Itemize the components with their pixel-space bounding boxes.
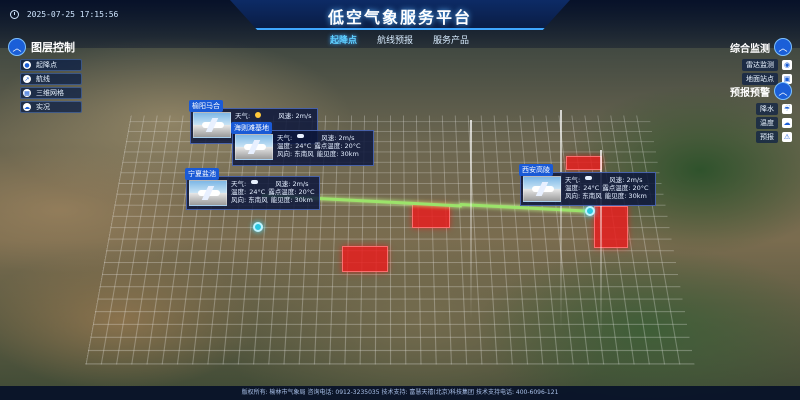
layer-item-live[interactable]: ☁ 实况 bbox=[20, 101, 82, 113]
main-tabs: 起降点 航线预报 服务产品 bbox=[330, 33, 469, 46]
station-card-gaoling[interactable]: 西安高陵 天气: 风速: 2m/s 温度: 24°C 露点温度: 20°C 风向: 东… bbox=[519, 164, 656, 206]
station-card-name: 榆阳马合 bbox=[189, 100, 223, 112]
weather-block[interactable] bbox=[566, 156, 602, 170]
wind-direction: 风向: 东南风 bbox=[277, 150, 314, 158]
layer-item-3d-grid[interactable]: ▦ 三维网格 bbox=[20, 87, 82, 99]
aircraft-thumbnail bbox=[189, 180, 227, 206]
wind-speed: 风速: 2m/s bbox=[321, 134, 355, 142]
dew-point: 露点温度: 20°C bbox=[268, 188, 315, 196]
monitor-item-label: 雷达监测 bbox=[742, 59, 778, 71]
footer-text: 版权所有: 榆林市气象局 咨询电话: 0912-3235035 技术支持: 富慧… bbox=[241, 389, 559, 396]
weather-label: 天气: bbox=[235, 112, 251, 120]
warning-item-rain[interactable]: 降水 ☔ bbox=[712, 103, 792, 115]
warning-item-temperature[interactable]: 温度 ☁ bbox=[712, 117, 792, 129]
landing-point-pin[interactable] bbox=[585, 206, 595, 216]
temperature-value: 24°C bbox=[295, 142, 312, 150]
cloud-icon: ☁ bbox=[23, 103, 31, 111]
station-card-name: 西安高陵 bbox=[519, 164, 553, 176]
page-title: 低空气象服务平台 bbox=[327, 8, 472, 27]
cloud-icon bbox=[585, 176, 593, 180]
temperature-value: 24°C bbox=[249, 188, 266, 196]
chevron-up-icon: ︿ bbox=[12, 43, 22, 54]
monitor-item-radar[interactable]: 雷达监测 ◉ bbox=[712, 59, 792, 71]
sun-icon bbox=[255, 112, 262, 118]
station-card-name: 海则滩基地 bbox=[231, 122, 272, 134]
aircraft-thumbnail bbox=[523, 176, 561, 202]
layer-item-label: 航线 bbox=[36, 75, 50, 83]
footer: 版权所有: 榆林市气象局 咨询电话: 0912-3235035 技术支持: 富慧… bbox=[0, 386, 800, 400]
rain-icon: ☔ bbox=[782, 104, 792, 114]
route-icon: ↗ bbox=[23, 75, 31, 83]
collapse-layer-panel-button[interactable]: ︿ bbox=[8, 38, 26, 56]
temperature-label: 温度: bbox=[231, 188, 247, 196]
weather-block[interactable] bbox=[412, 204, 450, 228]
visibility: 能见度: 30km bbox=[604, 192, 647, 200]
weather-label: 天气: bbox=[277, 134, 293, 142]
wind-speed: 风速: 2m/s bbox=[609, 176, 643, 184]
station-card-name: 宁夏盐池 bbox=[185, 168, 219, 180]
warning-item-label: 预报 bbox=[756, 131, 778, 143]
tab-route-forecast[interactable]: 航线预报 bbox=[377, 33, 413, 46]
aircraft-thumbnail bbox=[235, 134, 273, 160]
forecast-icon: ⚠ bbox=[782, 132, 792, 142]
wind-speed: 风速: 2m/s bbox=[275, 180, 309, 188]
dew-point: 露点温度: 20°C bbox=[314, 142, 361, 150]
station-card-haizetan[interactable]: 海则滩基地 天气: 风速: 2m/s 温度: 24°C 露点温度: 20°C 风向: … bbox=[231, 122, 374, 166]
visibility: 能见度: 30km bbox=[316, 150, 359, 158]
warning-panel: 预报预警 ︿ 降水 ☔ 温度 ☁ 预报 ⚠ bbox=[712, 82, 792, 145]
datetime-display: 2025-07-25 17:15:56 bbox=[10, 10, 118, 19]
tab-landing-points[interactable]: 起降点 bbox=[330, 33, 357, 46]
collapse-warning-panel-button[interactable]: ︿ bbox=[774, 82, 792, 100]
landing-point-pin[interactable] bbox=[253, 222, 263, 232]
clock-icon bbox=[10, 10, 19, 19]
map-view[interactable] bbox=[0, 0, 800, 400]
layer-item-landing-points[interactable]: ● 起降点 bbox=[20, 59, 82, 71]
monitor-panel-title: 综合监测 bbox=[730, 43, 770, 55]
wind-direction: 风向: 东南风 bbox=[565, 192, 602, 200]
header: 2025-07-25 17:15:56 低空气象服务平台 起降点 航线预报 服务… bbox=[0, 0, 800, 48]
datetime-text: 2025-07-25 17:15:56 bbox=[26, 10, 119, 19]
chevron-up-icon: ︿ bbox=[778, 87, 788, 98]
warning-item-forecast[interactable]: 预报 ⚠ bbox=[712, 131, 792, 143]
grid-icon: ▦ bbox=[23, 89, 31, 97]
tab-service-products[interactable]: 服务产品 bbox=[433, 33, 469, 46]
warning-item-label: 降水 bbox=[756, 103, 778, 115]
temperature-value: 24°C bbox=[583, 184, 600, 192]
wind-speed: 风速: 2m/s bbox=[278, 112, 312, 120]
cloud-icon bbox=[251, 180, 259, 184]
layer-item-label: 三维网格 bbox=[36, 89, 64, 97]
light-beam bbox=[560, 110, 562, 330]
temperature-icon: ☁ bbox=[782, 118, 792, 128]
plane-icon bbox=[202, 122, 224, 128]
chevron-up-icon: ︿ bbox=[778, 43, 788, 54]
dew-point: 露点温度: 20°C bbox=[602, 184, 649, 192]
plane-icon bbox=[198, 190, 220, 196]
plane-icon bbox=[532, 186, 554, 192]
light-beam bbox=[470, 120, 472, 320]
weather-label: 天气: bbox=[565, 176, 581, 184]
radar-icon: ◉ bbox=[782, 60, 792, 70]
weather-block[interactable] bbox=[342, 246, 388, 272]
pin-icon: ● bbox=[23, 61, 31, 69]
weather-label: 天气: bbox=[231, 180, 247, 188]
layer-control-panel: ︿ 图层控制 ● 起降点 ↗ 航线 ▦ 三维网格 ☁ 实况 bbox=[8, 38, 98, 115]
layer-item-label: 起降点 bbox=[36, 61, 57, 69]
plane-icon bbox=[244, 144, 266, 150]
warning-panel-title: 预报预警 bbox=[730, 87, 770, 99]
temperature-label: 温度: bbox=[565, 184, 581, 192]
layer-item-routes[interactable]: ↗ 航线 bbox=[20, 73, 82, 85]
visibility: 能见度: 30km bbox=[270, 196, 313, 204]
layer-panel-title: 图层控制 bbox=[31, 41, 75, 54]
collapse-monitor-panel-button[interactable]: ︿ bbox=[774, 38, 792, 56]
layer-item-label: 实况 bbox=[36, 103, 50, 111]
cloud-icon bbox=[297, 134, 305, 138]
station-card-yanchi[interactable]: 宁夏盐池 天气: 风速: 2m/s 温度: 24°C 露点温度: 20°C 风向: 东… bbox=[185, 168, 320, 210]
temperature-label: 温度: bbox=[277, 142, 293, 150]
monitor-panel: 综合监测 ︿ 雷达监测 ◉ 地面站点 ▣ bbox=[712, 38, 792, 87]
aircraft-thumbnail bbox=[193, 112, 231, 138]
wind-direction: 风向: 东南风 bbox=[231, 196, 268, 204]
warning-item-label: 温度 bbox=[756, 117, 778, 129]
